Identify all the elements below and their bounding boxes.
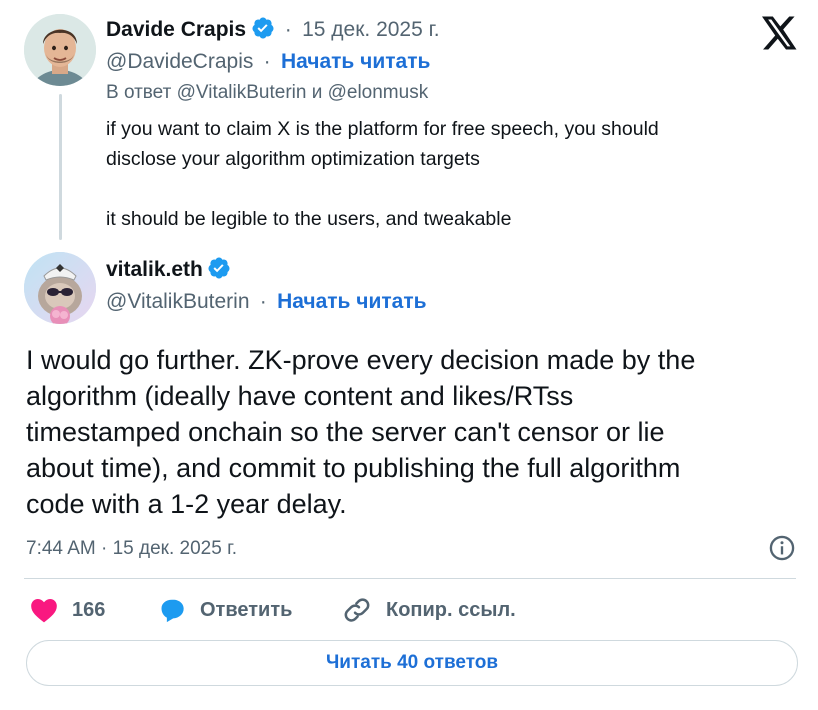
parent-text-line: if you want to claim X is the platform f… <box>106 118 659 140</box>
avatar-vitalik-buterin[interactable] <box>24 252 96 324</box>
reply-label: Ответить <box>200 598 293 621</box>
copy-link-button[interactable]: Копир. ссыл. <box>342 592 516 628</box>
link-icon <box>344 598 370 622</box>
copy-link-label: Копир. ссыл. <box>386 598 516 621</box>
parent-handle-row: @DavideCrapis · Начать читать <box>106 50 430 74</box>
like-button[interactable]: 166 <box>30 592 105 628</box>
actions-divider <box>24 578 796 579</box>
parent-follow-button[interactable]: Начать читать <box>281 50 430 73</box>
main-text-line: about time), and commit to publishing th… <box>26 453 681 483</box>
tweet-timestamp[interactable]: 7:44 AM · 15 дек. 2025 г. <box>26 538 237 560</box>
main-text-line: algorithm (ideally have content and like… <box>26 381 574 411</box>
heart-icon <box>31 599 57 623</box>
separator-dot: · <box>253 290 273 313</box>
parent-author-row: Davide Crapis · 15 дек. 2025 г. <box>106 16 440 42</box>
parent-tweet-text: if you want to claim X is the platform f… <box>106 114 806 234</box>
reply-bubble-icon <box>161 599 184 623</box>
x-logo-icon[interactable] <box>762 16 798 50</box>
avatar-davide-crapis[interactable] <box>24 14 96 86</box>
separator-dot: · <box>278 18 298 41</box>
parent-handle[interactable]: @DavideCrapis <box>106 50 253 73</box>
avatar-davide-image <box>24 14 96 86</box>
main-tweet-text: I would go further. ZK-prove every decis… <box>26 342 806 522</box>
main-handle[interactable]: @VitalikButerin <box>106 290 250 313</box>
main-text-line: code with a 1-2 year delay. <box>26 489 347 519</box>
likes-count: 166 <box>72 598 106 621</box>
main-handle-row: @VitalikButerin · Начать читать <box>106 290 427 314</box>
parent-author-name[interactable]: Davide Crapis <box>106 18 246 41</box>
read-replies-button[interactable]: Читать 40 ответов <box>26 640 798 686</box>
main-text-line: I would go further. ZK-prove every decis… <box>26 345 696 375</box>
main-author-name[interactable]: vitalik.eth <box>106 258 203 281</box>
verified-badge-icon <box>208 257 230 279</box>
main-follow-button[interactable]: Начать читать <box>277 290 426 313</box>
verified-badge-icon <box>252 17 274 39</box>
avatar-vitalik-image <box>24 252 96 324</box>
info-icon[interactable] <box>768 534 796 562</box>
main-text-line: timestamped onchain so the server can't … <box>26 417 665 447</box>
reply-to-label: В ответ @VitalikButerin и @elonmusk <box>106 82 429 103</box>
separator-dot: · <box>257 50 277 73</box>
main-author-row: vitalik.eth <box>106 256 231 282</box>
reply-button[interactable]: Ответить <box>158 592 292 628</box>
parent-text-line: it should be legible to the users, and t… <box>106 208 512 230</box>
parent-text-line: disclose your algorithm optimization tar… <box>106 148 480 170</box>
parent-date[interactable]: 15 дек. 2025 г. <box>302 18 439 41</box>
thread-connector-line <box>59 94 62 240</box>
